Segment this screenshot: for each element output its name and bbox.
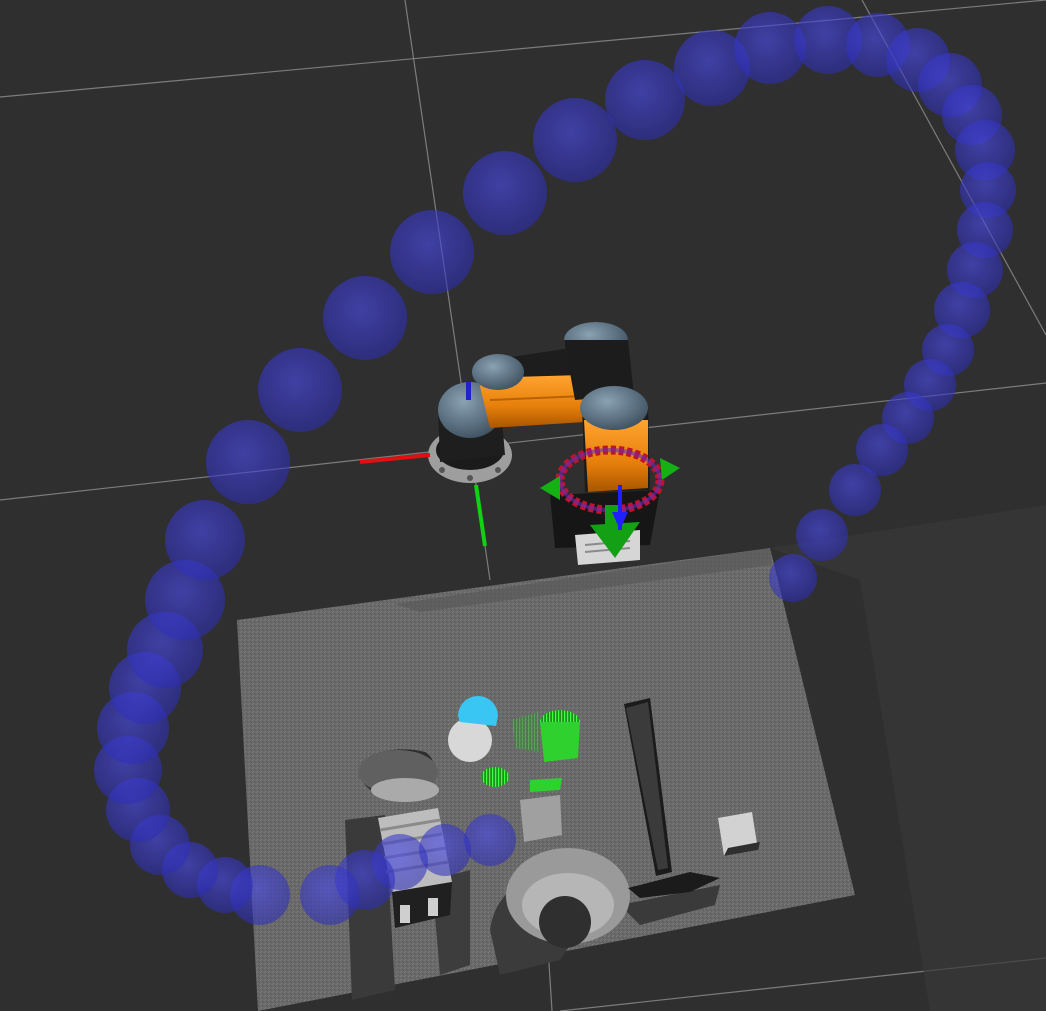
rviz-3d-viewport[interactable] [0, 0, 1046, 1011]
wrist-joint-cap [580, 386, 648, 430]
waypoint-sphere [390, 210, 474, 294]
waypoint-sphere [605, 60, 685, 140]
waypoint-sphere [258, 348, 342, 432]
scene-canvas[interactable] [0, 0, 1046, 1011]
waypoint-sphere [769, 554, 817, 602]
waypoint-sphere [323, 276, 407, 360]
marker-arrow-right[interactable] [660, 458, 680, 480]
waypoint-sphere [300, 865, 360, 925]
waypoint-sphere [464, 814, 516, 866]
axis-y [474, 484, 487, 547]
waypoint-sphere [206, 420, 290, 504]
waypoint-sphere [463, 151, 547, 235]
marker-arrow-left[interactable] [540, 476, 560, 500]
waypoint-sphere [165, 500, 245, 580]
waypoint-sphere [533, 98, 617, 182]
waypoint-sphere [796, 509, 848, 561]
waypoint-sphere [829, 464, 881, 516]
